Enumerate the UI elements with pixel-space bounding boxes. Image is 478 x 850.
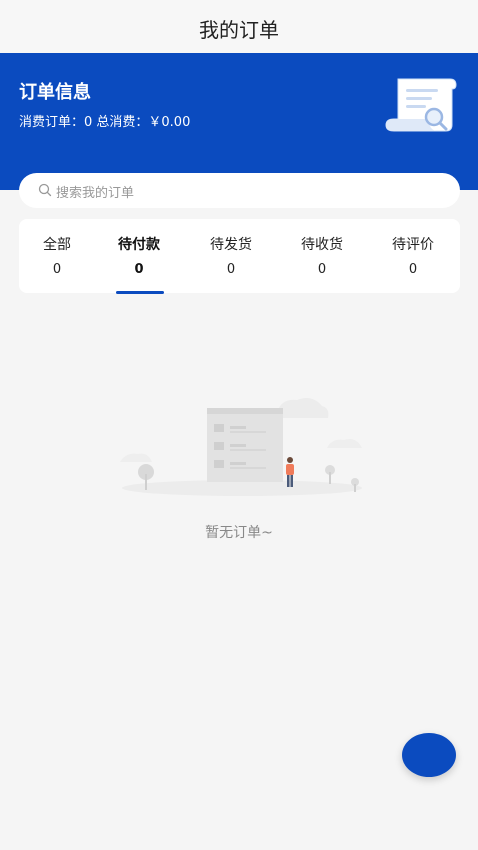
empty-orders-illustration (120, 398, 362, 496)
scroll-search-icon (385, 78, 457, 132)
search-icon (38, 183, 52, 197)
tab-label: 待付款 (118, 237, 160, 253)
tab-count: 0 (317, 262, 327, 277)
empty-state-text: 暂无订单~ (205, 525, 273, 541)
page-title: 我的订单 (199, 18, 279, 42)
tab-label: 待收货 (301, 237, 343, 253)
tab-label: 全部 (43, 237, 71, 253)
search-bar[interactable]: 搜索我的订单 (19, 173, 460, 208)
tab-count: 0 (226, 262, 236, 277)
tab-count: 0 (52, 262, 62, 277)
order-info-banner: 订单信息 消费订单：0 总消费：￥0.00 (0, 53, 478, 190)
tab-count: 0 (134, 262, 144, 277)
tab-pending-review[interactable]: 待评价 0 (375, 219, 451, 293)
top-bar: 我的订单 (0, 0, 478, 53)
tab-label: 待发货 (210, 237, 252, 253)
tab-pending-receipt[interactable]: 待收货 0 (284, 219, 360, 293)
order-info-title: 订单信息 (19, 82, 91, 103)
tab-all[interactable]: 全部 0 (19, 219, 95, 293)
order-status-tabs: 全部 0 待付款 0 待发货 0 待收货 0 待评价 0 (19, 219, 460, 294)
order-stats: 消费订单：0 总消费：￥0.00 (19, 115, 191, 130)
tab-label: 待评价 (392, 237, 434, 253)
tab-pending-shipment[interactable]: 待发货 0 (193, 219, 269, 293)
floating-action-button[interactable] (402, 733, 456, 777)
tab-pending-payment[interactable]: 待付款 0 (101, 219, 177, 294)
active-tab-indicator (116, 291, 164, 294)
search-placeholder: 搜索我的订单 (56, 186, 135, 201)
tab-count: 0 (408, 262, 418, 277)
